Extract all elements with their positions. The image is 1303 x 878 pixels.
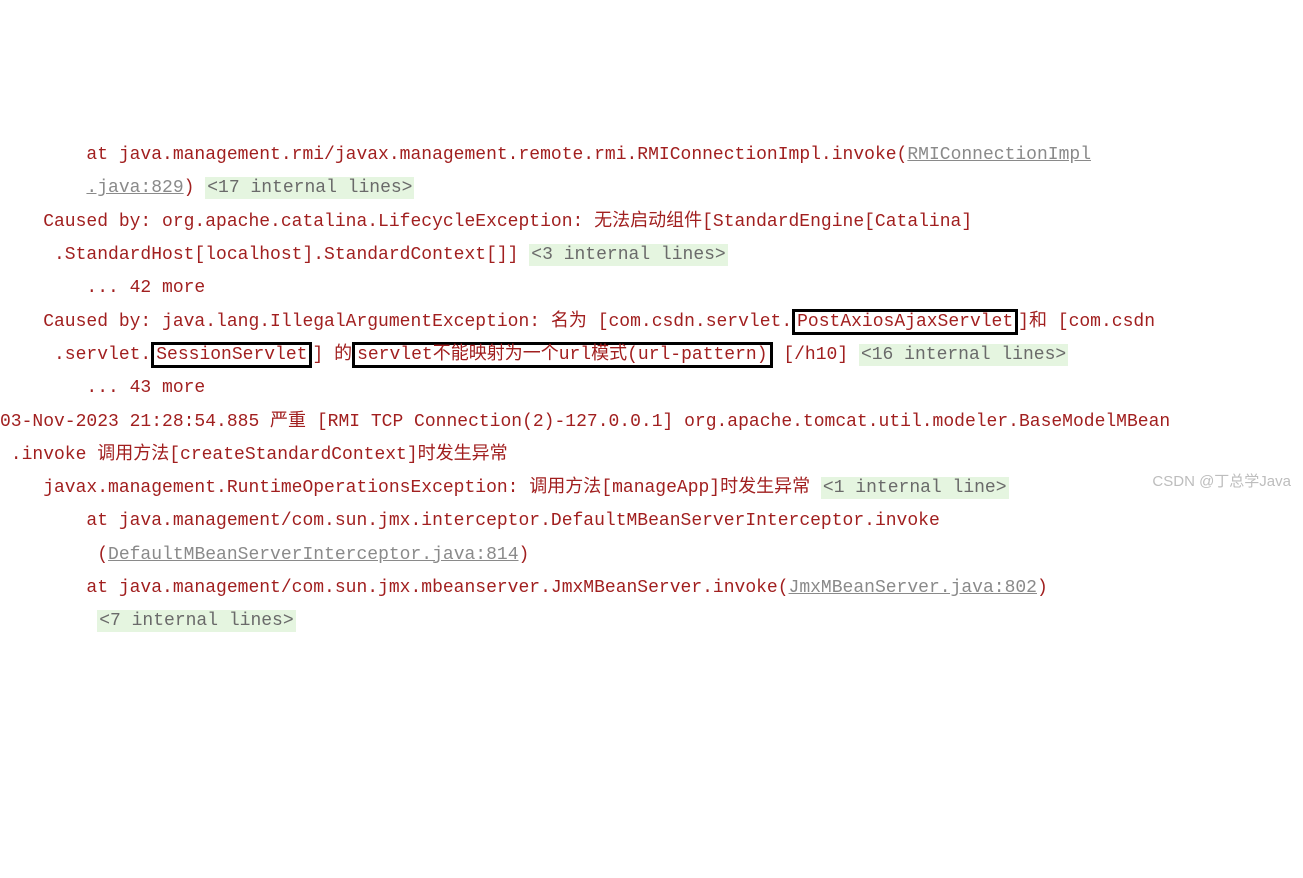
stack-trace-output: at java.management.rmi/javax.management.… bbox=[0, 139, 1303, 638]
trace-line: .invoke 调用方法[createStandardContext]时发生异常 bbox=[0, 445, 508, 465]
trace-line: ... 42 more bbox=[0, 278, 205, 298]
internal-lines-collapsed[interactable]: <3 internal lines> bbox=[529, 244, 727, 266]
trace-line: at java.management.rmi/javax.management.… bbox=[0, 145, 1091, 165]
text: .servlet. bbox=[0, 345, 151, 365]
trace-line: at java.management/com.sun.jmx.mbeanserv… bbox=[0, 578, 1048, 598]
text: ) bbox=[519, 545, 530, 565]
text: at java.management.rmi/javax.management.… bbox=[0, 145, 907, 165]
text: ( bbox=[0, 545, 108, 565]
text: 03-Nov-2023 21:28:54.885 严重 [RMI TCP Con… bbox=[0, 412, 1170, 432]
internal-lines-collapsed[interactable]: <17 internal lines> bbox=[205, 177, 414, 199]
trace-line: .servlet.SessionServlet] 的servlet不能映射为一个… bbox=[0, 342, 1068, 368]
text: ... 42 more bbox=[0, 278, 205, 298]
text: ] 的 bbox=[312, 345, 352, 365]
source-link[interactable]: DefaultMBeanServerInterceptor.java:814 bbox=[108, 545, 518, 565]
source-link[interactable]: JmxMBeanServer.java:802 bbox=[789, 578, 1037, 598]
text: Caused by: org.apache.catalina.Lifecycle… bbox=[0, 212, 972, 232]
source-link[interactable]: RMIConnectionImpl bbox=[907, 145, 1091, 165]
trace-line: .java:829) <17 internal lines> bbox=[0, 177, 414, 199]
highlighted-error-message: servlet不能映射为一个url模式(url-pattern) bbox=[352, 342, 772, 368]
text: Caused by: java.lang.IllegalArgumentExce… bbox=[0, 312, 792, 332]
trace-line: Caused by: java.lang.IllegalArgumentExce… bbox=[0, 309, 1155, 335]
internal-lines-collapsed[interactable]: <7 internal lines> bbox=[97, 610, 295, 632]
text bbox=[0, 611, 97, 631]
trace-line: at java.management/com.sun.jmx.intercept… bbox=[0, 511, 940, 531]
text bbox=[0, 178, 86, 198]
trace-line: .StandardHost[localhost].StandardContext… bbox=[0, 244, 728, 266]
text: .StandardHost[localhost].StandardContext… bbox=[0, 245, 529, 265]
text: .invoke 调用方法[createStandardContext]时发生异常 bbox=[0, 445, 508, 465]
text: ... 43 more bbox=[0, 378, 205, 398]
text: at java.management/com.sun.jmx.mbeanserv… bbox=[0, 578, 789, 598]
trace-line: <7 internal lines> bbox=[0, 610, 296, 632]
trace-line: ... 43 more bbox=[0, 378, 205, 398]
internal-lines-collapsed[interactable]: <1 internal line> bbox=[821, 477, 1009, 499]
text: ) bbox=[1037, 578, 1048, 598]
text: javax.management.RuntimeOperationsExcept… bbox=[0, 478, 821, 498]
trace-line: Caused by: org.apache.catalina.Lifecycle… bbox=[0, 212, 972, 232]
trace-line: (DefaultMBeanServerInterceptor.java:814) bbox=[0, 545, 529, 565]
trace-line: javax.management.RuntimeOperationsExcept… bbox=[0, 477, 1009, 499]
text: at java.management/com.sun.jmx.intercept… bbox=[0, 511, 940, 531]
trace-line: 03-Nov-2023 21:28:54.885 严重 [RMI TCP Con… bbox=[0, 412, 1170, 432]
text: ) bbox=[184, 178, 206, 198]
watermark: CSDN @丁总学Java bbox=[1152, 468, 1291, 496]
text: [/h10] bbox=[773, 345, 859, 365]
text: ]和 [com.csdn bbox=[1018, 312, 1155, 332]
source-link[interactable]: .java:829 bbox=[86, 178, 183, 198]
highlighted-servlet-2: SessionServlet bbox=[151, 342, 312, 368]
internal-lines-collapsed[interactable]: <16 internal lines> bbox=[859, 344, 1068, 366]
highlighted-servlet-1: PostAxiosAjaxServlet bbox=[792, 309, 1018, 335]
